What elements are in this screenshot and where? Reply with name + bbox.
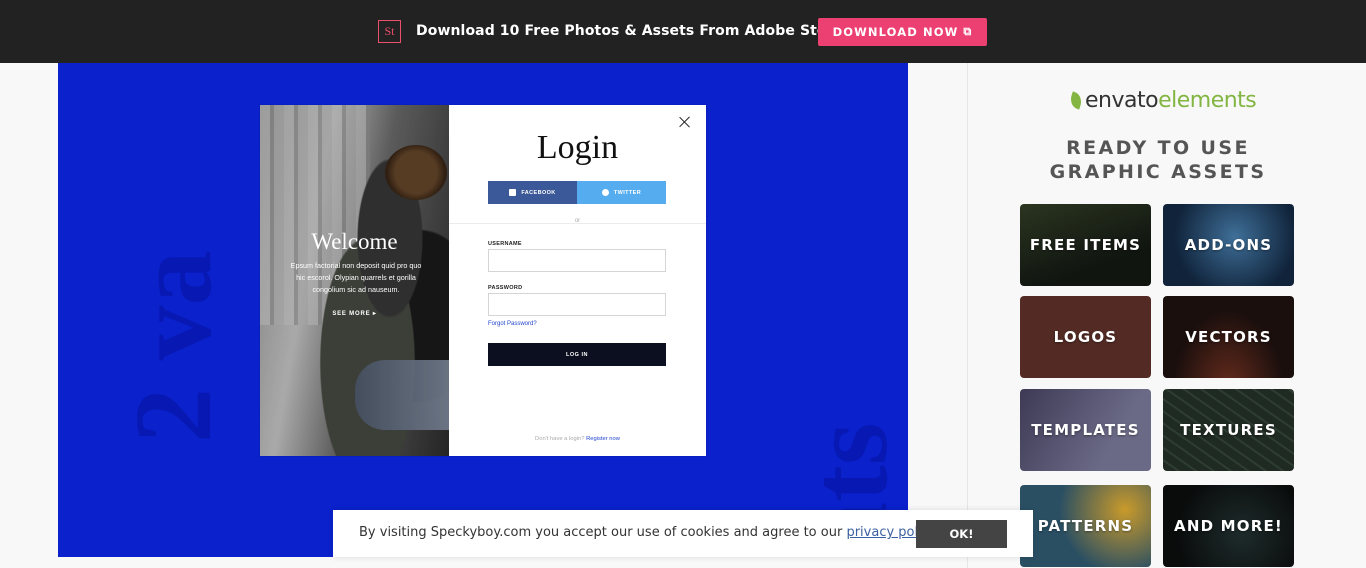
or-separator: or [574,218,581,224]
register-prompt: Don't have a login? Register now [535,436,620,442]
twitter-icon [601,189,609,196]
login-modal: Welcome Epsum factorial non deposit quid… [260,105,706,456]
password-field[interactable] [488,293,666,316]
promo-banner: St Download 10 Free Photos & Assets From… [0,0,1366,63]
tile-patterns[interactable]: PATTERNS [1020,485,1151,567]
social-login-buttons: FACEBOOK TWITTER [488,181,666,204]
password-label: PASSWORD [488,285,523,291]
login-button[interactable]: LOG IN [488,343,666,366]
username-field[interactable] [488,249,666,272]
register-link[interactable]: Register now [586,436,620,442]
tile-textures[interactable]: TEXTURES [1163,389,1294,471]
tile-and-more[interactable]: AND MORE! [1163,485,1294,567]
facebook-login-button[interactable]: FACEBOOK [488,181,577,204]
forgot-password-link[interactable]: Forgot Password? [488,321,537,327]
sidebar-divider [967,63,968,568]
download-now-button[interactable]: DOWNLOAD NOW ⧉ [818,18,987,46]
external-link-icon: ⧉ [963,25,973,38]
tile-logos[interactable]: LOGOS [1020,296,1151,378]
welcome-title: Welcome [311,229,398,254]
login-title: Login [536,129,619,166]
facebook-icon [509,189,517,196]
welcome-photo: Welcome Epsum factorial non deposit quid… [260,105,449,456]
welcome-body: Epsum factorial non deposit quid pro quo… [290,261,422,294]
tile-templates[interactable]: TEMPLATES [1020,389,1151,471]
cookie-ok-button[interactable]: OK! [916,520,1007,548]
close-icon[interactable] [678,115,692,129]
twitter-login-button[interactable]: TWITTER [577,181,666,204]
envato-elements-logo[interactable]: envato elements [1067,88,1257,113]
tile-add-ons[interactable]: ADD-ONS [1163,204,1294,286]
cookie-banner: By visiting Speckyboy.com you accept our… [333,510,1033,557]
tile-vectors[interactable]: VECTORS [1163,296,1294,378]
tile-free-items[interactable]: FREE ITEMS [1020,204,1151,286]
hero-background-word-left: 2 va [112,250,234,444]
cookie-message: By visiting Speckyboy.com you accept our… [359,525,939,540]
promo-message: Download 10 Free Photos & Assets From Ad… [416,23,845,39]
sidebar-heading: READY TO USE GRAPHIC ASSETS [1049,137,1267,183]
envato-leaf-icon [1067,91,1085,110]
see-more-link[interactable]: SEE MORE ▸ [260,310,449,317]
adobe-stock-logo-icon: St [378,20,401,43]
login-form: Login FACEBOOK TWITTER or USERNAME PASSW… [449,105,706,456]
download-now-label: DOWNLOAD NOW [832,25,959,39]
hero-panel: 2 va nts Welcome Epsum factorial non dep… [58,63,908,557]
username-label: USERNAME [488,241,522,247]
